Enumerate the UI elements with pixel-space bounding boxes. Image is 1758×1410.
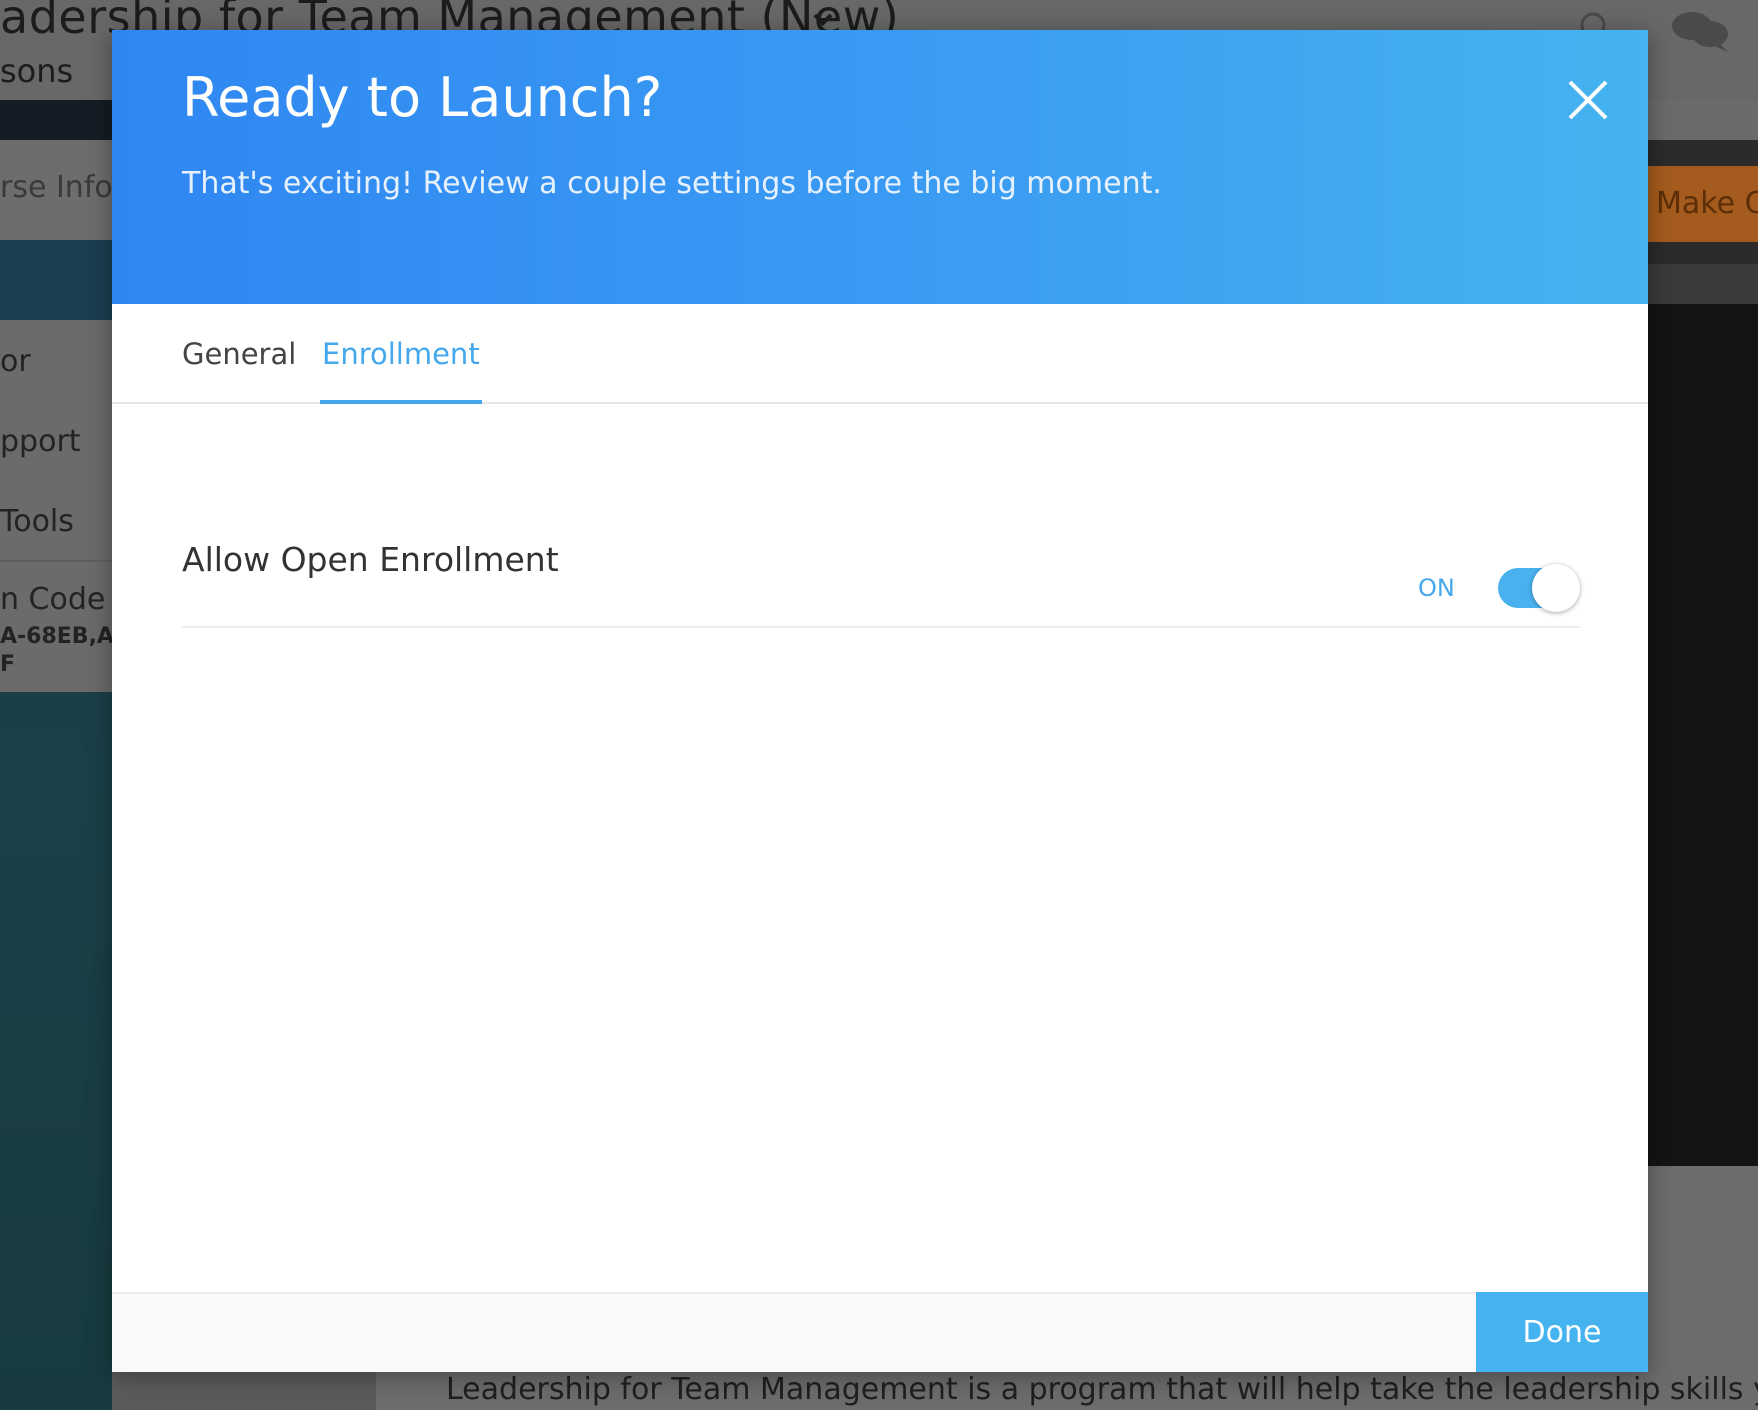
modal-title: Ready to Launch? [182,66,663,129]
modal-subtitle: That's exciting! Review a couple setting… [182,166,1162,201]
make-changes-button[interactable]: Make Cha [1648,166,1758,242]
modal-footer: Done [112,1292,1648,1372]
tab-enrollment[interactable]: Enrollment [320,304,482,404]
sidebar-divider [0,560,112,562]
launch-modal: Ready to Launch? That's exciting! Review… [112,30,1648,1372]
sidebar-item-course-info[interactable]: rse Info [0,170,113,205]
right-panel-stripe [1648,264,1758,304]
close-icon [1568,80,1608,120]
tab-general[interactable]: General [182,304,296,404]
sidebar-course-info[interactable]: rse Info [0,140,113,240]
setting-row-open-enrollment: Allow Open Enrollment ON [182,516,1580,628]
modal-tabs: General Enrollment [112,304,1648,404]
toggle-knob[interactable] [1532,564,1580,612]
modal-header: Ready to Launch? That's exciting! Review… [112,30,1648,304]
chat-icon[interactable] [1670,8,1730,54]
chevron-down-icon[interactable] [812,8,834,30]
done-button[interactable]: Done [1476,1292,1648,1372]
course-description: Leadership for Team Management is a prog… [446,1372,1758,1407]
join-code-extra: F [0,652,16,677]
sidebar-menu: or pport Tools n Code A-68EB,A68 F [0,320,145,692]
setting-label: Allow Open Enrollment [182,540,559,579]
sidebar-top-strip [0,100,112,140]
open-enrollment-toggle[interactable] [1498,564,1580,612]
sidebar-selected-item[interactable] [0,240,112,320]
toggle-state-label: ON [1418,574,1455,602]
sidebar-item-3[interactable]: Tools [0,504,74,539]
video-player[interactable] [1648,304,1758,1166]
join-code-label: n Code [0,582,106,617]
right-panel-top [1648,100,1758,140]
close-button[interactable] [1558,70,1618,130]
sidebar-item-2[interactable]: pport [0,424,81,459]
course-subtitle: sons [0,52,74,90]
sidebar-item-1[interactable]: or [0,344,31,379]
